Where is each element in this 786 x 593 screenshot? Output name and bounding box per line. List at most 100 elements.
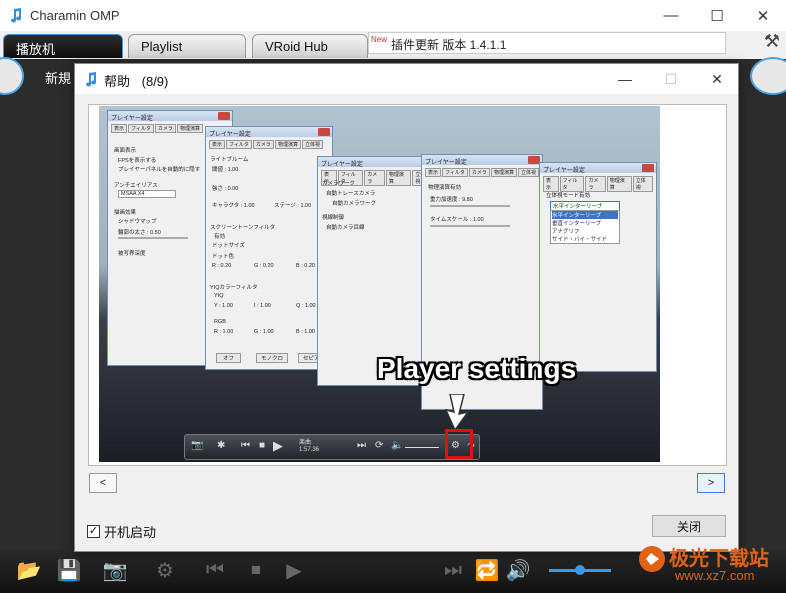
win-tab: 物理演算 [606,176,632,192]
win-line: ドットサイズ [212,243,245,249]
volume-icon[interactable]: 🔊 [506,553,531,587]
close-icon [218,112,230,120]
win-tab: カメラ [252,140,274,149]
window-title: プレイヤー設定 [321,162,363,168]
close-label: 关闭 [676,519,701,534]
win-tab: 物理演算 [274,140,301,149]
skip-forward-icon[interactable]: ⏭ [438,553,468,587]
win-line: 被写界深度 [118,251,146,257]
new-button[interactable]: 新規 [45,68,71,87]
win-line: ステージ : 1.00 [274,203,312,209]
next-page-button[interactable]: > [697,473,725,493]
win-line: G : 1.00 [254,329,274,335]
win-tab: カメラ [364,170,385,186]
win-line: I : 1.00 [254,303,271,309]
win-line: B : 0.20 [296,263,315,269]
stop-icon[interactable]: ⏹ [242,553,270,587]
win-tab: 表示 [425,168,442,177]
win-tab: 物理演算 [490,168,517,177]
win-tab: 表示 [209,140,226,149]
watermark-url: www.xz7.com [675,568,755,583]
win-line: 強さ : 0.00 [212,186,239,192]
win-line: 垂直インターリーブ [552,221,602,227]
close-button[interactable]: 关闭 [652,515,726,537]
page-indicator: (8/9) [141,74,169,89]
title-bar: Charamin OMP — ☐ ✕ [0,0,786,31]
file-icon[interactable] [0,57,24,95]
tools-icon[interactable]: ⚒ [758,31,786,58]
update-text: 插件更新 版本 1.4.1.1 [391,38,507,52]
win-tab: 立体視 [632,176,653,192]
win-line: 閾値 : 1.00 [212,167,239,173]
settings-window-stereo: プレイヤー設定 表示 フィルタ カメラ 物理演算 立体視 立体視モード有効 水平… [539,162,657,372]
tab-vroid-hub[interactable]: VRoid Hub [252,34,368,58]
win-tab: フィルタ [226,140,252,149]
win-tab: カメラ [468,168,490,177]
checkbox-mark[interactable]: ✓ [87,525,100,538]
win-line: 輪郭の太さ : 0.50 [118,230,161,236]
tab-player[interactable]: 播放机 [3,34,123,58]
window-title: プレイヤー設定 [425,160,467,166]
arrow-icon [444,394,470,430]
note-icon [11,8,22,23]
minimize-button[interactable]: — [648,0,694,31]
watermark-text: 极光下载站 [669,548,769,570]
startup-checkbox[interactable]: ✓ 开机启动 [87,522,156,541]
repeat-icon[interactable]: 🔁 [472,553,502,587]
win-line: B : 1.00 [296,329,315,335]
help-image-frame: プレイヤー設定 表示 フィルタ カメラ 物理演算 画面表示 FPSを表示する プ… [88,104,727,466]
win-line: スクリーントーンフィルタ [210,225,276,231]
tab-playlist[interactable]: Playlist [128,34,246,58]
win-line: 立体視モード有効 [546,193,591,199]
prev-page-button[interactable]: < [89,473,117,493]
upload-icon[interactable] [750,57,786,95]
camera-icon: 📷 [191,440,204,451]
win-tab: フィルタ [442,168,468,177]
close-icon [642,164,654,172]
play-icon[interactable]: ▶ [276,553,312,587]
tab-bar: 播放机 Playlist VRoid Hub New 插件更新 版本 1.4.1… [0,31,786,59]
camera-icon[interactable]: 📷 [96,553,134,587]
dialog-minimize-button[interactable]: — [602,64,648,94]
update-notice[interactable]: New 插件更新 版本 1.4.1.1 [368,32,726,54]
win-tab: 物理演算 [176,124,203,133]
win-line: ドット色 [212,254,235,260]
stop-icon: ■ [259,440,266,451]
dialog-close-x-button[interactable]: ✕ [694,64,740,94]
skip-back-icon[interactable]: ⏮ [200,553,230,587]
example-player-bar: 📷 ✱ ⏮ ■ ▶ 楽曲 1:57.36 ⏭ ⟳ 🔈 ⚙ ⤳ [184,434,480,460]
folder-icon[interactable]: 📂 [12,553,46,587]
watermark-logo: 极光下载站 www.xz7.com [633,540,783,592]
help-dialog: 帮助 (8/9) — ☐ ✕ プレイヤー設定 表示 フィルタ カメラ 物理演算 … [74,63,739,552]
logo-icon [639,546,665,572]
win-line: 重力加速度 : 9.80 [430,197,473,203]
prev-label: < [99,477,107,489]
win-line: R : 0.20 [212,263,232,269]
close-icon [318,128,330,136]
win-line: YIQ [214,293,224,299]
walk-icon[interactable]: ⚙ [148,553,182,587]
tab-vroid-hub-label: VRoid Hub [265,39,328,54]
volume-slider[interactable] [545,553,615,587]
callout-text: Player settings [377,353,577,384]
repeat-icon: ⟳ [375,440,384,451]
play-icon: ▶ [273,438,283,453]
win-line: タイムスケール : 1.00 [430,217,484,223]
win-line: アンチエイリアス [114,183,158,189]
skip-forward-icon: ⏭ [357,440,366,451]
note-icon [86,72,97,87]
close-window-button[interactable]: ✕ [740,0,786,31]
win-tab: カメラ [585,176,606,192]
win-line: FPSを表示する [118,158,157,164]
win-line: MSAA X4 [118,190,176,198]
win-line: オフ [216,353,242,363]
next-label: > [707,477,715,489]
win-line: ライトブルーム [210,157,249,163]
win-line: 自動カメラワーク [332,201,377,207]
win-line: Q : 1.00 [296,303,316,309]
maximize-button[interactable]: ☐ [694,0,740,31]
win-line: 自動トレースカメラ [326,191,376,197]
win-tab: 表示 [111,124,128,133]
save-icon[interactable]: 💾 [54,553,84,587]
win-line: RGB [214,319,226,325]
